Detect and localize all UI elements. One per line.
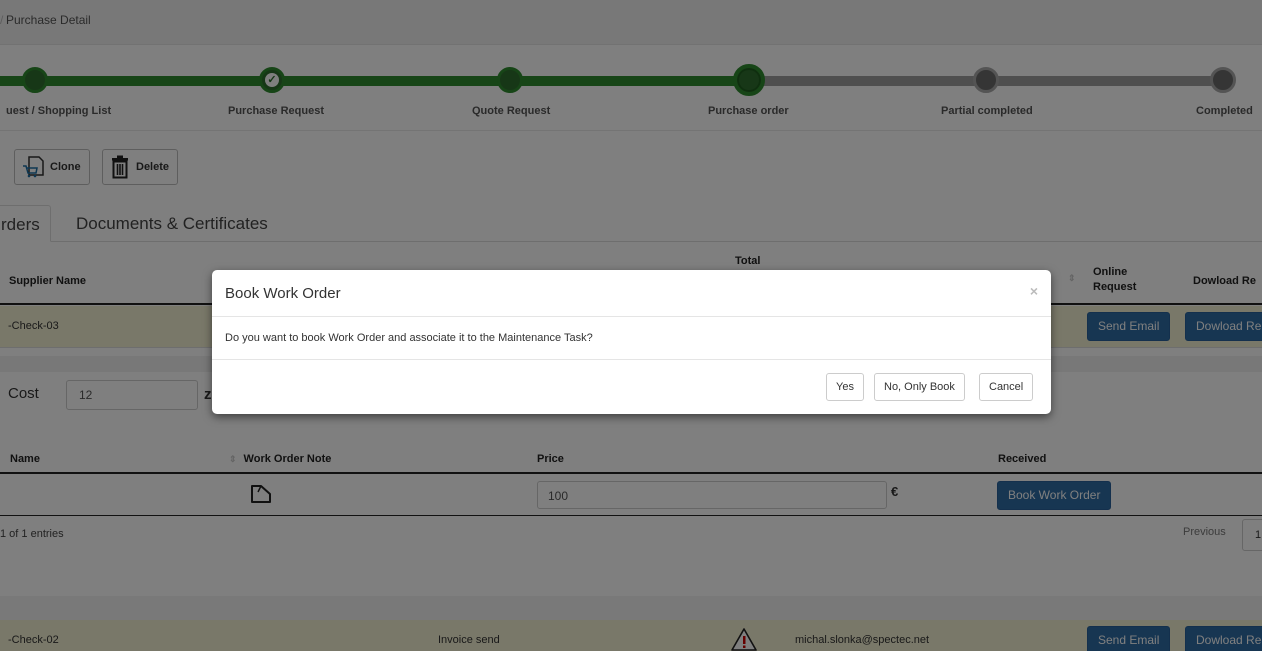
cancel-button[interactable]: Cancel <box>979 373 1034 401</box>
yes-button[interactable]: Yes <box>826 373 864 401</box>
book-work-order-dialog: Book Work Order × Do you want to book Wo… <box>212 270 1051 414</box>
modal-message: Do you want to book Work Order and assoc… <box>225 332 593 344</box>
modal-body: Do you want to book Work Order and assoc… <box>212 317 1051 360</box>
modal-footer: Yes No, Only Book Cancel <box>212 360 1051 414</box>
close-icon[interactable]: × <box>1030 283 1038 299</box>
modal-title: Book Work Order <box>225 285 341 302</box>
modal-header: Book Work Order × <box>212 270 1051 317</box>
no-only-book-button[interactable]: No, Only Book <box>874 373 965 401</box>
